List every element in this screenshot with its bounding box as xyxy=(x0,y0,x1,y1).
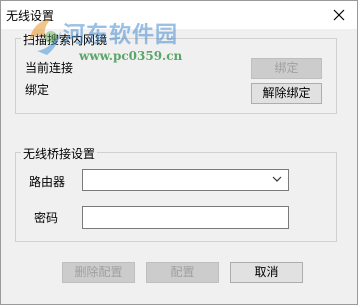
window-title: 无线设置 xyxy=(6,9,55,23)
delete-config-button[interactable]: 删除配置 xyxy=(62,262,135,283)
password-label: 密码 xyxy=(34,211,59,225)
cancel-button[interactable]: 取消 xyxy=(230,262,303,283)
config-button[interactable]: 配置 xyxy=(146,262,219,283)
chevron-down-icon xyxy=(272,176,282,182)
unbind-button[interactable]: 解除绑定 xyxy=(251,83,322,104)
close-button[interactable] xyxy=(325,3,353,27)
title-bar[interactable]: 无线设置 xyxy=(1,1,357,29)
close-icon xyxy=(333,9,345,21)
bind-button[interactable]: 绑定 xyxy=(251,58,322,79)
router-select[interactable] xyxy=(82,169,289,191)
scan-group-legend: 扫描搜索内网镜 xyxy=(21,31,110,48)
router-label: 路由器 xyxy=(29,175,66,189)
password-field[interactable] xyxy=(82,206,289,229)
wireless-settings-dialog: 无线设置 扫描搜索内网镜 当前连接 绑定 绑定 解除绑定 无线桥接设置 路由器 … xyxy=(0,0,358,305)
current-connection-label: 当前连接 xyxy=(25,61,74,75)
bound-label: 绑定 xyxy=(25,83,50,97)
bridge-group-legend: 无线桥接设置 xyxy=(21,145,98,162)
